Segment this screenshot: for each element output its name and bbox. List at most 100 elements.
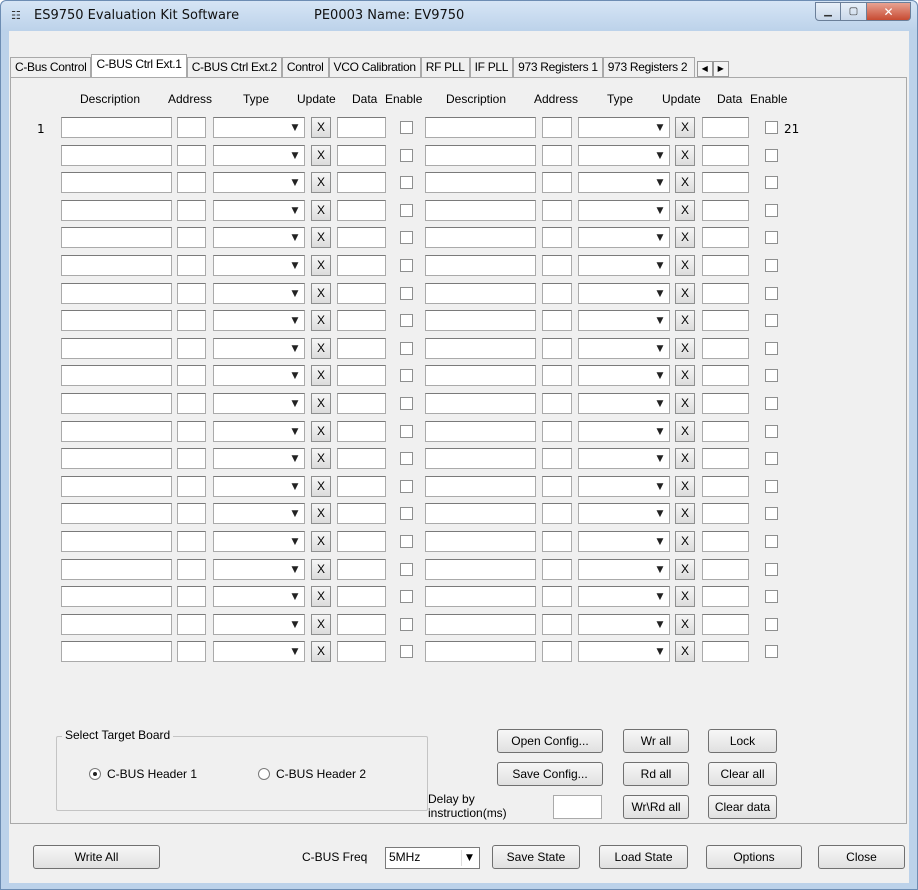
clear-data-button[interactable]: Clear data: [708, 795, 777, 819]
left-data-field[interactable]: [337, 227, 386, 248]
radio-header-2[interactable]: [258, 768, 270, 780]
left-address-field[interactable]: [177, 172, 206, 193]
left-enable-checkbox[interactable]: [400, 259, 413, 272]
right-data-field[interactable]: [702, 476, 749, 497]
left-address-field[interactable]: [177, 255, 206, 276]
right-enable-checkbox[interactable]: [765, 149, 778, 162]
left-description-field[interactable]: [61, 283, 172, 304]
tab-control[interactable]: Control: [281, 57, 329, 77]
rd-all-button[interactable]: Rd all: [623, 762, 689, 786]
left-type-select[interactable]: ▼: [213, 641, 305, 662]
left-address-field[interactable]: [177, 310, 206, 331]
right-description-field[interactable]: [425, 641, 536, 662]
left-type-select[interactable]: ▼: [213, 255, 305, 276]
left-enable-checkbox[interactable]: [400, 618, 413, 631]
right-data-field[interactable]: [702, 338, 749, 359]
left-data-field[interactable]: [337, 338, 386, 359]
right-type-select[interactable]: ▼: [578, 614, 670, 635]
left-data-field[interactable]: [337, 503, 386, 524]
right-description-field[interactable]: [425, 365, 536, 386]
right-description-field[interactable]: [425, 559, 536, 580]
right-type-select[interactable]: ▼: [578, 172, 670, 193]
left-update-button[interactable]: X: [311, 448, 331, 469]
left-type-select[interactable]: ▼: [213, 172, 305, 193]
left-address-field[interactable]: [177, 531, 206, 552]
delay-input[interactable]: [553, 795, 602, 819]
left-address-field[interactable]: [177, 145, 206, 166]
right-type-select[interactable]: ▼: [578, 283, 670, 304]
left-address-field[interactable]: [177, 227, 206, 248]
right-enable-checkbox[interactable]: [765, 259, 778, 272]
right-type-select[interactable]: ▼: [578, 145, 670, 166]
right-address-field[interactable]: [542, 614, 572, 635]
minimize-button[interactable]: ▁: [815, 2, 841, 21]
left-enable-checkbox[interactable]: [400, 397, 413, 410]
tab-scroll-right-button[interactable]: ▶: [712, 61, 729, 77]
clear-all-button[interactable]: Clear all: [708, 762, 777, 786]
left-enable-checkbox[interactable]: [400, 425, 413, 438]
left-description-field[interactable]: [61, 559, 172, 580]
right-data-field[interactable]: [702, 145, 749, 166]
right-enable-checkbox[interactable]: [765, 342, 778, 355]
right-update-button[interactable]: X: [675, 117, 695, 138]
left-enable-checkbox[interactable]: [400, 204, 413, 217]
left-update-button[interactable]: X: [311, 283, 331, 304]
left-data-field[interactable]: [337, 393, 386, 414]
left-address-field[interactable]: [177, 641, 206, 662]
left-update-button[interactable]: X: [311, 200, 331, 221]
close-button[interactable]: Close: [818, 845, 905, 869]
right-update-button[interactable]: X: [675, 586, 695, 607]
right-enable-checkbox[interactable]: [765, 287, 778, 300]
right-data-field[interactable]: [702, 641, 749, 662]
right-data-field[interactable]: [702, 365, 749, 386]
wr-rd-all-button[interactable]: Wr\Rd all: [623, 795, 689, 819]
left-type-select[interactable]: ▼: [213, 393, 305, 414]
left-description-field[interactable]: [61, 531, 172, 552]
left-description-field[interactable]: [61, 476, 172, 497]
right-enable-checkbox[interactable]: [765, 314, 778, 327]
left-update-button[interactable]: X: [311, 614, 331, 635]
left-enable-checkbox[interactable]: [400, 645, 413, 658]
right-enable-checkbox[interactable]: [765, 618, 778, 631]
left-description-field[interactable]: [61, 421, 172, 442]
left-update-button[interactable]: X: [311, 310, 331, 331]
right-description-field[interactable]: [425, 614, 536, 635]
left-enable-checkbox[interactable]: [400, 149, 413, 162]
tab-scroll-left-button[interactable]: ◀: [696, 61, 713, 77]
left-update-button[interactable]: X: [311, 172, 331, 193]
left-enable-checkbox[interactable]: [400, 342, 413, 355]
left-type-select[interactable]: ▼: [213, 365, 305, 386]
title-bar[interactable]: ☷ ES9750 Evaluation Kit Software PE0003 …: [1, 1, 917, 31]
right-address-field[interactable]: [542, 283, 572, 304]
left-enable-checkbox[interactable]: [400, 287, 413, 300]
right-type-select[interactable]: ▼: [578, 338, 670, 359]
left-description-field[interactable]: [61, 448, 172, 469]
right-address-field[interactable]: [542, 338, 572, 359]
right-data-field[interactable]: [702, 421, 749, 442]
options-button[interactable]: Options: [706, 845, 802, 869]
right-address-field[interactable]: [542, 365, 572, 386]
left-update-button[interactable]: X: [311, 421, 331, 442]
right-address-field[interactable]: [542, 393, 572, 414]
left-type-select[interactable]: ▼: [213, 586, 305, 607]
left-type-select[interactable]: ▼: [213, 283, 305, 304]
left-address-field[interactable]: [177, 503, 206, 524]
left-address-field[interactable]: [177, 365, 206, 386]
right-type-select[interactable]: ▼: [578, 448, 670, 469]
left-description-field[interactable]: [61, 393, 172, 414]
right-address-field[interactable]: [542, 448, 572, 469]
right-enable-checkbox[interactable]: [765, 397, 778, 410]
right-description-field[interactable]: [425, 448, 536, 469]
right-description-field[interactable]: [425, 145, 536, 166]
right-data-field[interactable]: [702, 172, 749, 193]
right-description-field[interactable]: [425, 503, 536, 524]
left-description-field[interactable]: [61, 365, 172, 386]
left-description-field[interactable]: [61, 310, 172, 331]
left-type-select[interactable]: ▼: [213, 614, 305, 635]
right-update-button[interactable]: X: [675, 172, 695, 193]
right-address-field[interactable]: [542, 421, 572, 442]
left-enable-checkbox[interactable]: [400, 231, 413, 244]
left-data-field[interactable]: [337, 586, 386, 607]
right-enable-checkbox[interactable]: [765, 645, 778, 658]
left-data-field[interactable]: [337, 476, 386, 497]
